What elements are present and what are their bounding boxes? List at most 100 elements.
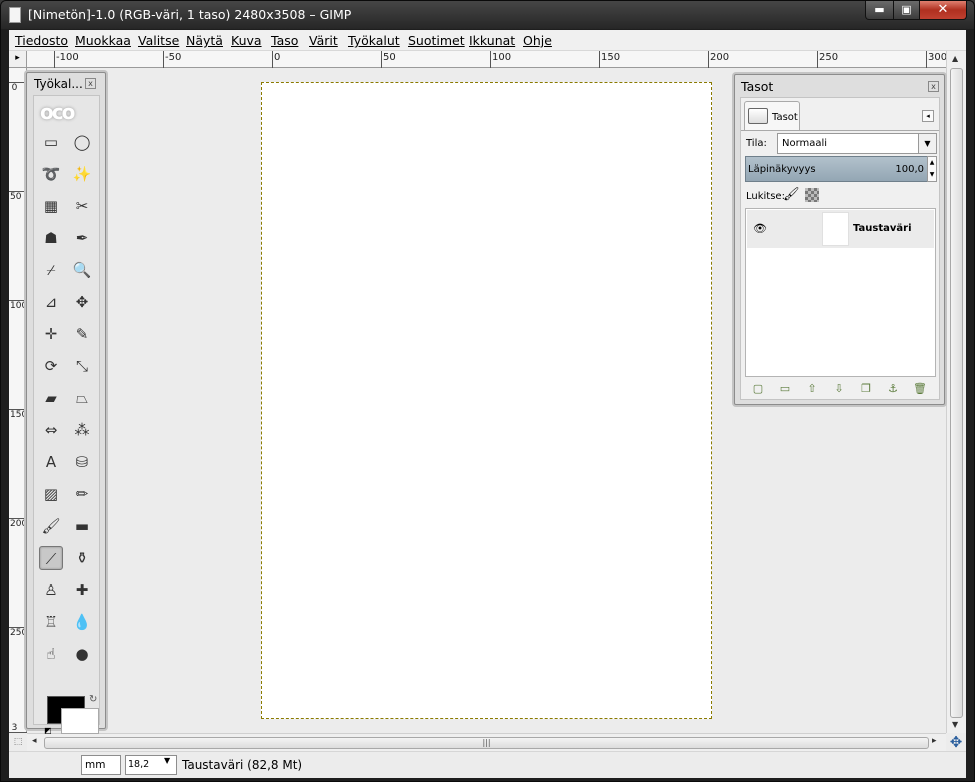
- ruler-label: 150: [601, 52, 621, 63]
- heal-icon[interactable]: ✚: [70, 578, 94, 602]
- move-icon[interactable]: ✥: [70, 290, 94, 314]
- pencil-icon[interactable]: ✏: [70, 482, 94, 506]
- lock-pixels-icon[interactable]: 🖌: [783, 187, 800, 202]
- close-icon[interactable]: x: [928, 81, 939, 92]
- foreground-select-icon[interactable]: ☗: [39, 226, 63, 250]
- flip-icon[interactable]: ⇔: [39, 418, 63, 442]
- horizontal-scroll-thumb[interactable]: |||: [44, 737, 929, 749]
- blur-icon[interactable]: 💧: [70, 610, 94, 634]
- align-icon[interactable]: ✛: [39, 322, 63, 346]
- zoom-dropdown-icon[interactable]: ▼: [164, 756, 170, 765]
- scroll-right-icon[interactable]: ▸: [932, 736, 937, 746]
- toolbox-title: Työkal...: [34, 77, 83, 91]
- minimize-button[interactable]: ▬: [865, 1, 894, 20]
- layers-body: Tasot ◂ Tila: Normaali ▼ Läpinäkyvyys 10…: [740, 97, 940, 400]
- free-select-icon[interactable]: ➰: [39, 162, 63, 186]
- clone-icon[interactable]: ♙: [39, 578, 63, 602]
- dodge-burn-icon[interactable]: ●: [70, 642, 94, 666]
- ruler-label: 300: [928, 52, 948, 63]
- menu-tiedosto[interactable]: Tiedosto: [15, 33, 68, 48]
- eraser-icon[interactable]: ▬: [70, 514, 94, 538]
- rotate-icon[interactable]: ⟳: [39, 354, 63, 378]
- airbrush-icon[interactable]: ⟋: [39, 546, 63, 570]
- menu-nayta[interactable]: Näytä: [186, 33, 223, 48]
- default-colors-icon[interactable]: ◩: [44, 726, 52, 735]
- blend-icon[interactable]: ▨: [39, 482, 63, 506]
- perspective-icon[interactable]: ⏢: [70, 386, 94, 410]
- perspective-clone-icon[interactable]: ♖: [39, 610, 63, 634]
- zoom-icon[interactable]: 🔍: [70, 258, 94, 282]
- text-icon[interactable]: A: [39, 450, 63, 474]
- menu-valitse[interactable]: Valitse: [138, 33, 179, 48]
- bucket-fill-icon[interactable]: ⛁: [70, 450, 94, 474]
- background-color-swatch[interactable]: [61, 708, 99, 734]
- menu-ikkunat[interactable]: Ikkunat: [469, 33, 515, 48]
- horizontal-ruler[interactable]: -100 -50 0 50 100 150 200 250 300: [27, 51, 948, 68]
- color-select-icon[interactable]: ▦: [39, 194, 63, 218]
- menu-taso[interactable]: Taso: [271, 33, 298, 48]
- opacity-value: 100,0: [895, 164, 924, 175]
- vertical-scroll-thumb[interactable]: [950, 68, 963, 718]
- window-title: [Nimetön]-1.0 (RGB-väri, 1 taso) 2480x35…: [28, 7, 352, 22]
- navigate-icon[interactable]: ✥: [946, 733, 966, 751]
- image-canvas[interactable]: [261, 82, 712, 719]
- tab-separator: [741, 130, 939, 131]
- layer-row[interactable]: 👁 Taustaväri: [747, 210, 934, 248]
- new-layer-icon[interactable]: ▢: [748, 380, 768, 398]
- smudge-icon[interactable]: ☝: [39, 642, 63, 666]
- vertical-ruler[interactable]: 0 50 100 150 200 250 3: [9, 68, 27, 733]
- scroll-left-icon[interactable]: ◂: [32, 736, 37, 746]
- ruler-corner-menu-icon[interactable]: ▸: [9, 51, 27, 68]
- ruler-label: 3: [11, 723, 18, 733]
- lower-layer-icon[interactable]: ⇩: [829, 380, 849, 398]
- eye-icon[interactable]: 👁: [753, 222, 767, 235]
- vertical-scrollbar[interactable]: ▲ ▼: [946, 51, 966, 733]
- tab-layers[interactable]: Tasot: [744, 101, 800, 131]
- menu-varit[interactable]: Värit: [309, 33, 338, 48]
- opacity-spinner[interactable]: ▲ ▼: [927, 156, 937, 182]
- close-button[interactable]: ✕: [919, 1, 967, 20]
- ruler-label: 200: [10, 519, 28, 529]
- wilber-logo[interactable]: oco: [40, 100, 94, 124]
- raise-layer-icon[interactable]: ⇧: [802, 380, 822, 398]
- duplicate-layer-icon[interactable]: ❐: [856, 380, 876, 398]
- lock-alpha-icon[interactable]: [805, 188, 819, 202]
- menu-muokkaa[interactable]: Muokkaa: [75, 33, 131, 48]
- mode-label: Tila:: [746, 138, 767, 149]
- paths-icon[interactable]: ✒: [70, 226, 94, 250]
- menu-ohje[interactable]: Ohje: [523, 33, 552, 48]
- scissors-icon[interactable]: ✂: [70, 194, 94, 218]
- fuzzy-select-icon[interactable]: ✨: [70, 162, 94, 186]
- mode-select[interactable]: Normaali ▼: [777, 133, 937, 154]
- anchor-layer-icon[interactable]: ⚓: [883, 380, 903, 398]
- crop-icon[interactable]: ✎: [70, 322, 94, 346]
- menu-suotimet[interactable]: Suotimet: [408, 33, 465, 48]
- scroll-down-icon[interactable]: ▼: [952, 720, 958, 729]
- unit-select[interactable]: mm: [81, 755, 121, 775]
- delete-layer-icon[interactable]: 🗑: [910, 380, 930, 398]
- chevron-down-icon[interactable]: ▼: [918, 134, 936, 153]
- color-picker-icon[interactable]: ⌿: [39, 258, 63, 282]
- measure-icon[interactable]: ⊿: [39, 290, 63, 314]
- title-bar[interactable]: [Nimetön]-1.0 (RGB-väri, 1 taso) 2480x35…: [1, 1, 974, 29]
- menu-kuva[interactable]: Kuva: [231, 33, 262, 48]
- shear-icon[interactable]: ▰: [39, 386, 63, 410]
- rect-select-icon[interactable]: ▭: [39, 130, 63, 154]
- layer-group-icon[interactable]: ▭: [775, 380, 795, 398]
- swap-colors-icon[interactable]: ↻: [89, 694, 97, 705]
- paintbrush-icon[interactable]: 🖌: [39, 514, 63, 538]
- cage-icon[interactable]: ⁂: [70, 418, 94, 442]
- scroll-up-icon[interactable]: ▲: [952, 54, 958, 63]
- ellipse-select-icon[interactable]: ◯: [70, 130, 94, 154]
- close-icon[interactable]: x: [85, 78, 96, 89]
- opacity-slider[interactable]: Läpinäkyvyys 100,0: [745, 156, 928, 182]
- quick-mask-button[interactable]: ⬚: [9, 733, 27, 751]
- scale-icon[interactable]: ⤡: [70, 354, 94, 378]
- opacity-label: Läpinäkyvyys: [748, 164, 816, 175]
- horizontal-scrollbar[interactable]: ◂ ||| ▸: [27, 733, 946, 751]
- layers-title: Tasot: [741, 79, 774, 94]
- ink-icon[interactable]: ⚱: [70, 546, 94, 570]
- maximize-button[interactable]: ▣: [893, 1, 920, 20]
- menu-tyokalut[interactable]: Työkalut: [348, 33, 400, 48]
- tab-menu-icon[interactable]: ◂: [922, 110, 934, 122]
